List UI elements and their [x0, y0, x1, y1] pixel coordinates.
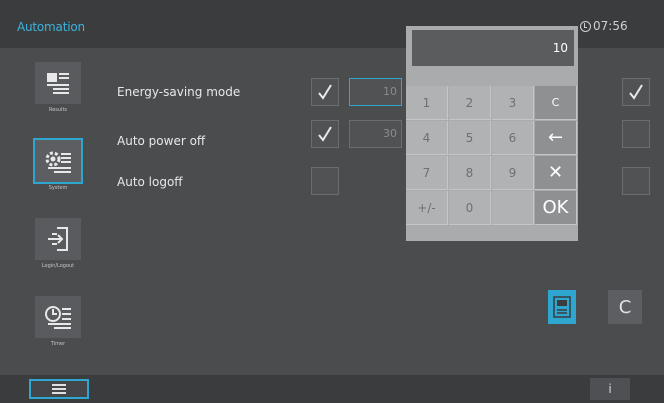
checkmark-icon: [318, 84, 332, 100]
key-8[interactable]: 8: [449, 156, 491, 190]
results-icon: [47, 73, 69, 94]
right-checkbox-1[interactable]: [622, 78, 650, 106]
save-button[interactable]: [548, 290, 576, 324]
energy-saving-mode-label: Energy-saving mode: [117, 85, 241, 99]
numeric-keypad: 10 1 2 3 C 4 5 6 ← 7 8 9 ✕ +/- 0 OK: [406, 26, 578, 241]
key-cancel[interactable]: ✕: [535, 156, 577, 190]
key-9[interactable]: 9: [492, 156, 534, 190]
key-sign[interactable]: +/-: [406, 191, 448, 225]
hamburger-menu-icon: [52, 384, 66, 394]
auto-power-off-checkbox[interactable]: [311, 120, 339, 148]
sidebar-item-label: Login/Logout: [41, 263, 75, 269]
checkmark-icon: [318, 126, 332, 142]
sidebar-item-results[interactable]: Results: [27, 62, 89, 118]
energy-saving-minutes-field[interactable]: 10: [349, 78, 402, 106]
key-clear[interactable]: C: [535, 86, 577, 120]
sidebar-item-label: System: [48, 185, 68, 191]
key-backspace[interactable]: ←: [535, 121, 577, 155]
login-logout-icon: [48, 227, 68, 251]
sidebar-item-login-logout[interactable]: Login/Logout: [27, 218, 89, 274]
key-2[interactable]: 2: [449, 86, 491, 120]
system-gear-icon: [45, 151, 71, 173]
energy-saving-mode-checkbox[interactable]: [311, 78, 339, 106]
sidebar-item-label: Results: [48, 107, 68, 113]
key-5[interactable]: 5: [449, 121, 491, 155]
auto-logoff-label: Auto logoff: [117, 175, 183, 189]
sidebar-item-timer[interactable]: Timer: [27, 296, 89, 352]
key-4[interactable]: 4: [406, 121, 448, 155]
key-7[interactable]: 7: [406, 156, 448, 190]
timer-tile: [35, 296, 81, 338]
checkmark-icon: [629, 84, 643, 100]
clock: 07:56: [580, 19, 628, 33]
clear-button[interactable]: C: [608, 290, 642, 324]
key-3[interactable]: 3: [492, 86, 534, 120]
auto-power-off-minutes-field[interactable]: 30: [349, 120, 402, 148]
auto-logoff-checkbox[interactable]: [311, 167, 339, 195]
key-0[interactable]: 0: [449, 191, 491, 225]
right-checkbox-2[interactable]: [622, 120, 650, 148]
sidebar-item-system[interactable]: System: [27, 138, 89, 196]
menu-button[interactable]: [29, 379, 89, 399]
key-6[interactable]: 6: [492, 121, 534, 155]
results-tile: [35, 62, 81, 104]
clock-time: 07:56: [593, 19, 628, 33]
info-button[interactable]: i: [590, 378, 630, 400]
system-tile: [33, 138, 83, 184]
keypad-display: 10: [412, 30, 574, 66]
save-icon: [553, 296, 571, 318]
page-title: Automation: [17, 20, 85, 34]
key-decimal[interactable]: [492, 191, 534, 225]
sidebar-item-label: Timer: [50, 341, 66, 347]
timer-clock-icon: [45, 306, 71, 329]
clock-icon: [580, 20, 591, 32]
key-ok[interactable]: OK: [535, 191, 577, 225]
bottom-bar: i: [0, 375, 664, 403]
auto-power-off-label: Auto power off: [117, 134, 206, 148]
key-1[interactable]: 1: [406, 86, 448, 120]
login-logout-tile: [35, 218, 81, 260]
right-checkbox-3[interactable]: [622, 167, 650, 195]
